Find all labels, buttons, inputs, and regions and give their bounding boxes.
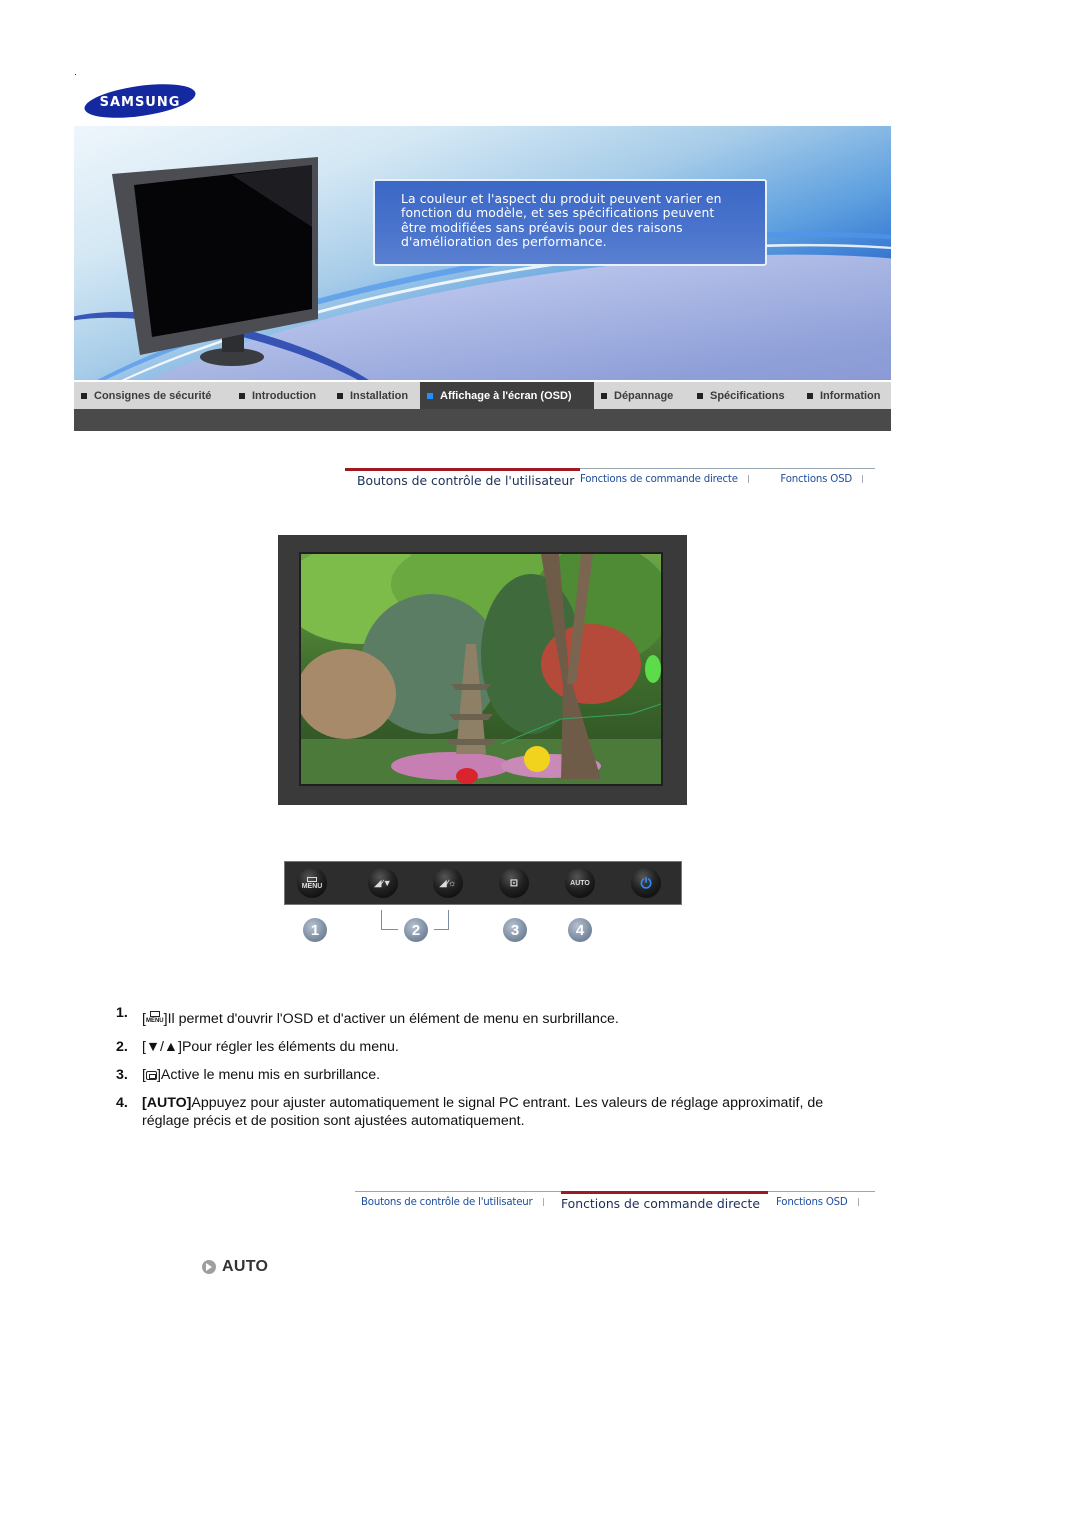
separator [857, 1198, 859, 1206]
auto-key: AUTO [146, 1095, 187, 1111]
item-text: Pour régler les éléments du menu. [181, 1039, 399, 1055]
notice-line: La couleur et l'aspect du produit peuven… [401, 191, 722, 206]
bullet-icon [239, 392, 245, 399]
main-nav: Consignes de sécurité Introduction Insta… [74, 382, 891, 409]
nav-label: Installation [350, 389, 409, 402]
notice-box: La couleur et l'aspect du produit peuven… [373, 179, 767, 266]
nav-item-specifications[interactable]: Spécifications [690, 382, 800, 409]
nav-item-introduction[interactable]: Introduction [232, 382, 330, 409]
subtab-osd-functions[interactable]: Fonctions OSD [774, 468, 875, 490]
subtabs-top: Boutons de contrôle de l'utilisateur Fon… [345, 468, 875, 490]
number-badge: 3 [503, 918, 527, 942]
nav-label: Consignes de sécurité [94, 389, 212, 402]
button-label: MENU [301, 882, 323, 890]
subtab-label: Fonctions de commande directe [561, 1196, 760, 1211]
auto-button[interactable]: AUTO [565, 868, 595, 898]
power-button[interactable]: ⏻ [631, 868, 661, 898]
separator [862, 475, 863, 483]
notice-line: être modifiées sans préavis pour des rai… [401, 219, 683, 235]
bullet-icon [427, 392, 433, 399]
nav-label: Introduction [252, 389, 317, 402]
bullet-icon [807, 392, 813, 399]
nav-label: Spécifications [710, 389, 785, 402]
power-icon: ⏻ [640, 874, 652, 891]
item-number: 1. [116, 1005, 128, 1021]
brightness-down-button[interactable]: ◢∕▼ [368, 868, 398, 898]
nav-item-osd[interactable]: Affichage à l'écran (OSD) [420, 382, 594, 409]
item-number: 3. [116, 1067, 128, 1083]
bullet-icon [697, 392, 703, 399]
brightness-up-icon: ◢∕☼ [439, 877, 457, 888]
list-item: 4. [AUTO]Appuyez pour ajuster automatiqu… [116, 1094, 836, 1130]
control-buttons-panel: MENU ◢∕▼ ◢∕☼ ⊡ AUTO ⏻ [284, 861, 682, 905]
subtabs-bottom: Boutons de contrôle de l'utilisateur Fon… [355, 1191, 875, 1213]
list-item: 1. [MENU]Il permet d'ouvrir l'OSD et d'a… [116, 1005, 836, 1028]
nav-label: Affichage à l'écran (OSD) [440, 389, 572, 402]
subtab-label: Fonctions de commande directe [580, 473, 738, 485]
auto-icon: AUTO [570, 879, 590, 887]
brightness-up-button[interactable]: ◢∕☼ [433, 868, 463, 898]
subtab-direct-functions[interactable]: Fonctions de commande directe [561, 1191, 768, 1213]
list-item: 3. []Active le menu mis en surbrillance. [116, 1066, 836, 1084]
menu-button[interactable]: MENU [297, 868, 327, 898]
notice-line: d'amélioration des performance. [401, 234, 607, 250]
enter-icon: ⊡ [509, 877, 519, 889]
subtab-label: Fonctions OSD [780, 473, 852, 485]
samsung-logo[interactable]: SAMSUNG [82, 83, 198, 119]
nav-item-safety[interactable]: Consignes de sécurité [74, 382, 232, 409]
arrow-circle-icon [202, 1260, 216, 1274]
button-label: ☼ [448, 877, 457, 888]
menu-icon [307, 876, 317, 882]
nav-label: Dépannage [614, 389, 674, 402]
subtab-label: Boutons de contrôle de l'utilisateur [357, 473, 575, 488]
nav-item-installation[interactable]: Installation [330, 382, 420, 409]
button-label: ▼ [382, 877, 392, 888]
item-number: 4. [116, 1095, 128, 1111]
arrows-icon: ▼/▲ [145, 1039, 178, 1055]
nav-subbar [74, 409, 891, 431]
garden-photo [299, 552, 663, 786]
number-badge: 1 [303, 918, 327, 942]
nav-label: Information [820, 389, 881, 402]
separator [542, 1198, 544, 1206]
nav-item-troubleshooting[interactable]: Dépannage [594, 382, 690, 409]
section-heading: AUTO [202, 1258, 268, 1276]
monitor-screen-photo [278, 535, 687, 805]
menu-icon: MENU [146, 1011, 164, 1024]
list-item: 2. [▼/▲]Pour régler les éléments du menu… [116, 1038, 836, 1056]
bullet-icon [81, 392, 87, 399]
bullet-icon [337, 392, 343, 399]
item-text: ]Il permet d'ouvrir l'OSD et d'activer u… [163, 1011, 619, 1027]
brightness-down-icon: ◢∕▼ [374, 877, 392, 888]
subtab-osd-functions[interactable]: Fonctions OSD [768, 1191, 871, 1213]
number-badge: 4 [568, 918, 592, 942]
separator [747, 475, 749, 483]
enter-button[interactable]: ⊡ [499, 868, 529, 898]
item-text: Appuyez pour ajuster automatiquement le … [142, 1095, 824, 1129]
item-number: 2. [116, 1039, 128, 1055]
logo-text: SAMSUNG [100, 95, 181, 110]
monitor-product-image [112, 157, 320, 367]
section-title: AUTO [222, 1258, 269, 1275]
subtab-label: Fonctions OSD [776, 1196, 848, 1208]
nav-item-information[interactable]: Information [800, 382, 891, 409]
notice-line: fonction du modèle, et ses spécification… [401, 205, 715, 221]
bullet-icon [601, 392, 607, 399]
stray-dot [75, 74, 76, 75]
number-badge: 2 [404, 918, 428, 942]
subtab-label: Boutons de contrôle de l'utilisateur [361, 1196, 533, 1208]
subtab-user-controls[interactable]: Boutons de contrôle de l'utilisateur [345, 468, 580, 490]
subtab-direct-functions[interactable]: Fonctions de commande directe [580, 468, 774, 490]
enter-icon [145, 1071, 157, 1080]
subtab-user-controls[interactable]: Boutons de contrôle de l'utilisateur [355, 1191, 561, 1213]
instructions-list: 1. [MENU]Il permet d'ouvrir l'OSD et d'a… [116, 1005, 836, 1130]
item-text: Active le menu mis en surbrillance. [160, 1067, 381, 1083]
